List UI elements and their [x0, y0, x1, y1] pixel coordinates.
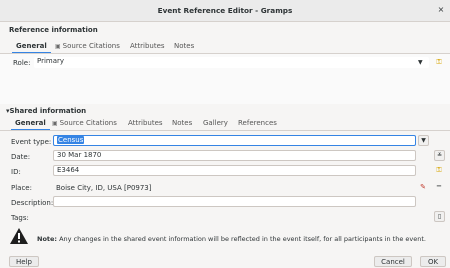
key-icon[interactable]: ⚿ [434, 166, 444, 175]
date-field[interactable]: 30 Mar 1870 [53, 150, 416, 161]
id-label: ID: [11, 168, 21, 176]
edit-place-icon[interactable]: ✎ [418, 183, 428, 192]
ok-button[interactable]: OK [420, 256, 446, 267]
chevron-down-icon[interactable]: ▼ [418, 135, 429, 146]
tab-source-citations[interactable]: ▣ Source Citations [52, 117, 117, 130]
tab-notes[interactable]: Notes [172, 117, 192, 130]
cancel-button[interactable]: Cancel [374, 256, 412, 267]
event-type-combo[interactable]: Census [53, 135, 416, 146]
description-field[interactable] [53, 196, 416, 207]
citation-icon: ▣ [52, 119, 58, 127]
help-button[interactable]: Help [9, 256, 39, 267]
remove-place-icon[interactable]: − [434, 182, 444, 191]
title-bar: Event Reference Editor - Gramps × [0, 0, 450, 22]
role-label: Role: [13, 59, 31, 67]
tab-general[interactable]: General [11, 117, 50, 131]
tags-label: Tags: [11, 214, 29, 222]
key-icon[interactable]: ⚿ [434, 58, 444, 67]
tab-attributes[interactable]: Attributes [130, 40, 165, 53]
event-type-label: Event type: [11, 138, 52, 146]
date-label: Date: [11, 153, 31, 161]
tab-divider [0, 130, 450, 131]
event-type-value: Census [57, 136, 85, 144]
tab-gallery[interactable]: Gallery [203, 117, 228, 130]
role-value: Primary [37, 57, 65, 65]
tab-notes[interactable]: Notes [174, 40, 194, 53]
reference-section-title: Reference information [9, 26, 98, 34]
close-icon[interactable]: × [435, 4, 447, 16]
date-editor-icon[interactable]: ≚ [434, 150, 445, 161]
place-label: Place: [11, 184, 32, 192]
warning-icon [10, 228, 28, 244]
role-combo[interactable]: Primary [34, 57, 429, 68]
citation-icon: ▣ [55, 42, 61, 50]
tab-references[interactable]: References [238, 117, 277, 130]
tab-source-citations[interactable]: ▣ Source Citations [55, 40, 120, 53]
place-value: Boise City, ID, USA [P0973] [56, 184, 152, 192]
chevron-down-icon[interactable]: ▼ [418, 59, 423, 66]
tab-general[interactable]: General [12, 40, 51, 54]
note-text: Note: Any changes in the shared event in… [37, 235, 426, 243]
description-label: Description: [11, 199, 54, 207]
tag-icon[interactable]: ▯ [434, 211, 445, 222]
shared-section-title[interactable]: ▾Shared information [6, 107, 86, 115]
tab-attributes[interactable]: Attributes [128, 117, 163, 130]
window-title: Event Reference Editor - Gramps [157, 6, 293, 15]
id-field[interactable]: E3464 [53, 165, 416, 176]
